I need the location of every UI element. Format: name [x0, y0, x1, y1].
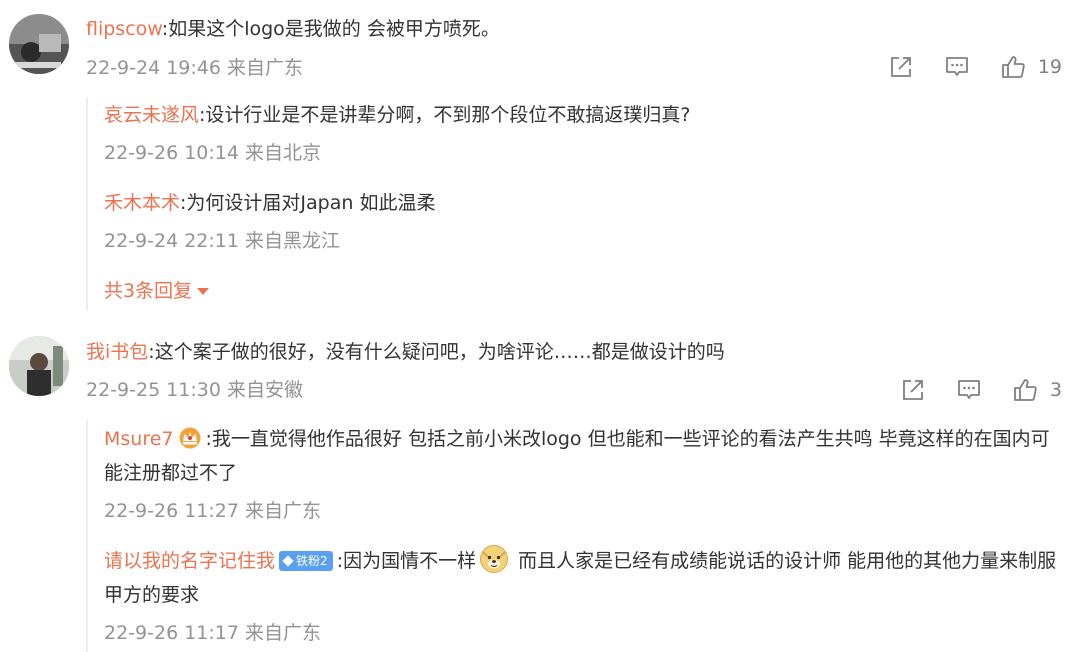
diamond-icon: [282, 555, 294, 567]
share-icon: [903, 380, 923, 400]
comment-icon: [958, 380, 980, 399]
share-icon: [890, 57, 911, 77]
reply-meta: 22-9-24 22:11 来自黑龙江: [104, 230, 340, 252]
comment-content: 我i书包:这个案子做的很好，没有什么疑问吧，为啥评论……都是做设计的吗: [86, 339, 725, 365]
reply-username[interactable]: Msure7: [104, 428, 174, 450]
fan-badge-label: 铁粉2: [296, 554, 328, 568]
like-button[interactable]: 3: [1012, 377, 1062, 403]
share-button[interactable]: [900, 377, 926, 403]
avatar[interactable]: [9, 336, 69, 396]
reply-list: Msure7:我一直觉得他作品很好 包括之前小米改logo 但也能和一些评论的看…: [86, 420, 1078, 652]
comment-button[interactable]: [944, 54, 970, 80]
reply-meta: 22-9-26 11:27 来自广东: [104, 500, 321, 522]
like-button[interactable]: 19: [1000, 54, 1062, 80]
reply-text: 设计行业是不是讲辈分啊，不到那个段位不敢搞返璞归真?: [205, 104, 691, 126]
fan-badge: 铁粉2: [279, 551, 333, 571]
reply-username[interactable]: 请以我的名字记住我: [104, 550, 275, 572]
reply-item: 禾木本术:为何设计届对Japan 如此温柔 22-9-24 22:11 来自黑龙…: [104, 186, 1068, 254]
comment-item: 我i书包:这个案子做的很好，没有什么疑问吧，为啥评论……都是做设计的吗 22-9…: [0, 336, 1080, 652]
reply-item: 哀云未遂风:设计行业是不是讲辈分啊，不到那个段位不敢搞返璞归真? 22-9-26…: [104, 98, 1068, 166]
doge-emoji-icon: [480, 545, 509, 573]
comment-actions: 19: [888, 54, 1062, 80]
comment-text: 如果这个logo是我做的 会被甲方喷死。: [168, 18, 500, 40]
reply-content: 哀云未遂风:设计行业是不是讲辈分啊，不到那个段位不敢搞返璞归真?: [104, 98, 1068, 132]
avatar[interactable]: [9, 14, 69, 74]
reply-content: 禾木本术:为何设计届对Japan 如此温柔: [104, 186, 1068, 220]
reply-content: Msure7:我一直觉得他作品很好 包括之前小米改logo 但也能和一些评论的看…: [104, 422, 1068, 490]
share-button[interactable]: [888, 54, 914, 80]
like-icon: [1001, 56, 1025, 78]
comment-username[interactable]: flipscow: [86, 18, 162, 40]
comment-item: flipscow:如果这个logo是我做的 会被甲方喷死。 22-9-24 19…: [0, 0, 1080, 310]
reply-text: 为何设计届对Japan 如此温柔: [186, 192, 436, 214]
comment-content: flipscow:如果这个logo是我做的 会被甲方喷死。: [86, 16, 500, 42]
comment-text: 这个案子做的很好，没有什么疑问吧，为啥评论……都是做设计的吗: [154, 341, 725, 363]
reply-item: Msure7:我一直觉得他作品很好 包括之前小米改logo 但也能和一些评论的看…: [104, 422, 1068, 524]
reply-username[interactable]: 禾木本术: [104, 192, 180, 214]
more-replies-label: 共3条回复: [104, 280, 193, 302]
reply-item: 请以我的名字记住我 铁粉2:因为国情不一样 而且人家是已经有成绩能说话的设计师 能…: [104, 544, 1068, 646]
comment-icon: [945, 57, 968, 76]
like-count: 19: [1037, 56, 1062, 78]
more-replies-link[interactable]: 共3条回复: [104, 278, 210, 304]
reply-text: 我一直觉得他作品很好 包括之前小米改logo 但也能和一些评论的看法产生共鸣 毕…: [104, 428, 1050, 484]
comment-username[interactable]: 我i书包: [86, 341, 148, 363]
reply-text: 因为国情不一样: [343, 550, 477, 572]
crown-badge-icon: [179, 427, 201, 449]
reply-content: 请以我的名字记住我 铁粉2:因为国情不一样 而且人家是已经有成绩能说话的设计师 能…: [104, 544, 1068, 612]
comment-actions: 3: [900, 377, 1062, 403]
reply-meta: 22-9-26 10:14 来自北京: [104, 142, 321, 164]
reply-username[interactable]: 哀云未遂风: [104, 104, 199, 126]
reply-meta: 22-9-26 11:17 来自广东: [104, 622, 321, 644]
comment-meta: 22-9-25 11:30 来自安徽: [86, 379, 303, 401]
comment-meta: 22-9-24 19:46 来自广东: [86, 57, 303, 79]
caret-down-icon: [197, 288, 210, 295]
like-icon: [1014, 379, 1037, 401]
reply-list: 哀云未遂风:设计行业是不是讲辈分啊，不到那个段位不敢搞返璞归真? 22-9-26…: [86, 98, 1078, 310]
comment-button[interactable]: [956, 377, 982, 403]
like-count: 3: [1049, 379, 1062, 401]
